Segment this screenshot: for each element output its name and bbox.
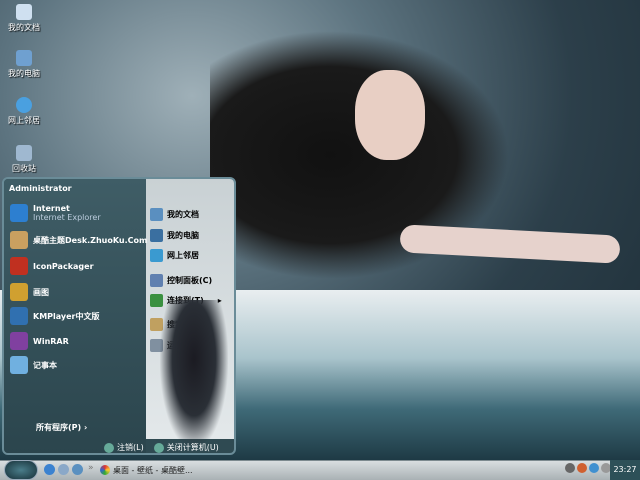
start-menu-decoration-image (160, 300, 228, 448)
wallpaper-face (355, 70, 425, 160)
desktop-icon-my-documents[interactable]: 我的文档 (4, 4, 44, 33)
start-button[interactable] (4, 460, 38, 480)
icon-label: 网上邻居 (8, 116, 40, 125)
logoff-label: 注销(L) (117, 443, 144, 452)
logoff-icon (104, 442, 114, 453)
program-item[interactable]: KMPlayer中文版 (10, 307, 100, 325)
desktop-quicklaunch-icon[interactable] (72, 464, 83, 475)
places-item[interactable]: 我的文档 (150, 208, 199, 221)
places-label: 我的电脑 (167, 231, 199, 240)
program-item[interactable]: 画图 (10, 283, 49, 301)
program-label: 记事本 (33, 360, 57, 370)
program-label: 画图 (33, 287, 49, 297)
desktop-icon-my-computer[interactable]: 我的电脑 (4, 50, 44, 79)
power-icon (153, 442, 164, 453)
program-item[interactable]: IconPackager (10, 257, 94, 275)
program-sublabel: Internet Explorer (33, 213, 101, 222)
taskbar-button[interactable]: 桌面 - 壁纸 - 桌酷壁... (100, 462, 193, 478)
icon-label: 我的电脑 (8, 69, 40, 78)
program-item[interactable]: Internet Internet Explorer (10, 204, 101, 222)
places-label: 网上邻居 (167, 251, 199, 260)
winrar-icon (10, 332, 28, 350)
desktop-icon-recycle-bin[interactable]: 回收站 (4, 145, 44, 174)
icon-label: 我的文档 (8, 23, 40, 32)
notepad-icon (10, 356, 28, 374)
all-programs-button[interactable]: 所有程序(P) › (36, 422, 87, 433)
logoff-button[interactable]: 注销(L) (104, 442, 144, 453)
back-icon[interactable] (565, 463, 575, 473)
desktop-icon-network[interactable]: 网上邻居 (4, 97, 44, 126)
chrome-icon (100, 465, 110, 475)
shutdown-label: 关闭计算机(U) (166, 443, 219, 452)
arrow-right-icon: › (83, 423, 88, 432)
places-item[interactable]: 我的电脑 (150, 229, 199, 242)
chevron-icon[interactable]: » (88, 463, 94, 473)
program-label: 桌酷主题Desk.ZhuoKu.Com (33, 235, 148, 245)
network-tray-icon[interactable] (589, 463, 599, 473)
kmplayer-icon (10, 307, 28, 325)
tray-app-icon[interactable] (577, 463, 587, 473)
program-item[interactable]: 记事本 (10, 356, 57, 374)
media-quicklaunch-icon[interactable] (58, 464, 69, 475)
my-documents-icon (16, 4, 32, 20)
paint-icon (10, 283, 28, 301)
program-label: KMPlayer中文版 (33, 311, 100, 321)
clock: 23:27 (610, 460, 640, 480)
my-computer-icon (150, 229, 163, 242)
places-item[interactable]: 控制面板(C) (150, 274, 212, 287)
program-label: IconPackager (33, 261, 94, 271)
my-documents-icon (150, 208, 163, 221)
my-computer-icon (16, 50, 32, 66)
ie-icon (10, 204, 28, 222)
places-label: 我的文档 (167, 210, 199, 219)
system-tray (565, 463, 611, 473)
shutdown-button[interactable]: 关闭计算机(U) (153, 442, 219, 453)
all-programs-label: 所有程序(P) (36, 423, 82, 432)
program-label: WinRAR (33, 336, 69, 346)
control-panel-icon (150, 274, 163, 287)
network-icon (150, 249, 163, 262)
ie-quicklaunch-icon[interactable] (44, 464, 55, 475)
program-item[interactable]: 桌酷主题Desk.ZhuoKu.Com (10, 231, 147, 249)
places-item[interactable]: 网上邻居 (150, 249, 199, 262)
user-name: Administrator (9, 184, 72, 193)
program-label: Internet (33, 204, 70, 213)
places-label: 控制面板(C) (167, 276, 213, 285)
iconpackager-icon (10, 257, 28, 275)
recycle-bin-icon (16, 145, 32, 161)
taskbar (0, 460, 640, 480)
icon-label: 回收站 (12, 164, 36, 173)
program-item[interactable]: WinRAR (10, 332, 69, 350)
task-label: 桌面 - 壁纸 - 桌酷壁... (113, 465, 193, 475)
zhuoku-icon (10, 231, 28, 249)
network-icon (16, 97, 32, 113)
